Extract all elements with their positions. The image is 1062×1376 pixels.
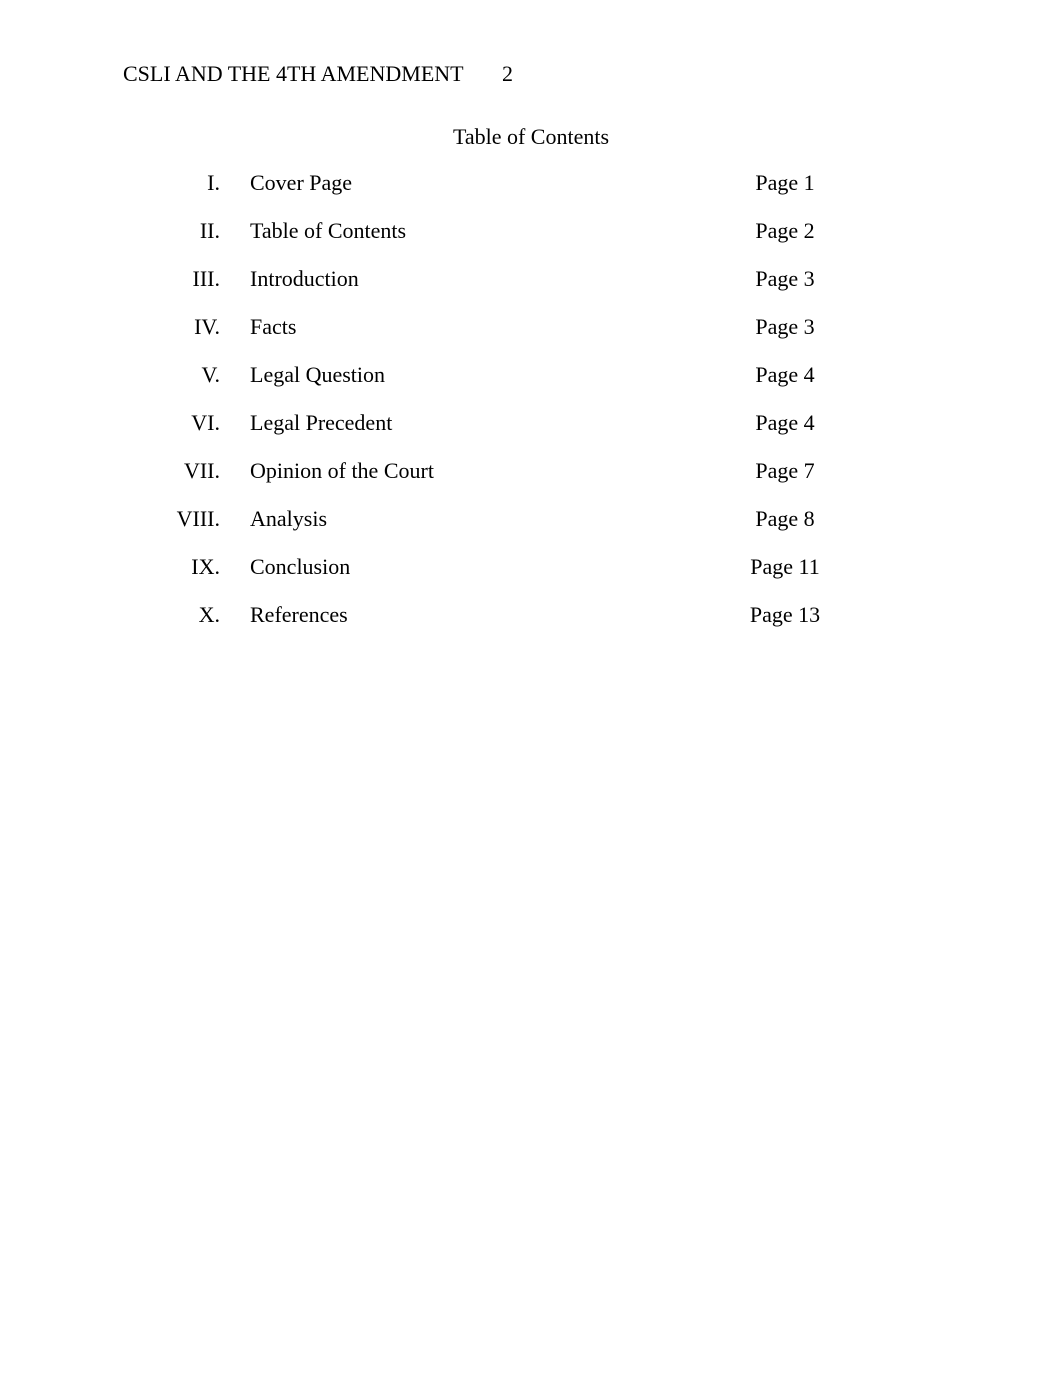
page-title: Table of Contents	[452, 124, 610, 149]
toc-entry-numeral: III.	[192, 266, 220, 291]
toc-entry-numeral: V.	[201, 362, 220, 387]
toc-entry-page-ref: Page 11	[750, 554, 820, 579]
toc-entry[interactable]: IV. Facts Page 3	[0, 312, 1062, 360]
toc-entry[interactable]: VIII. Analysis Page 8	[0, 504, 1062, 552]
toc-entry-page-ref: Page 2	[755, 218, 815, 243]
toc-entry[interactable]: VI. Legal Precedent Page 4	[0, 408, 1062, 456]
toc-entry-numeral: X.	[198, 602, 220, 627]
toc-entry-label: Introduction	[250, 266, 359, 291]
toc-entry[interactable]: III. Introduction Page 3	[0, 264, 1062, 312]
toc-entry[interactable]: IX. Conclusion Page 11	[0, 552, 1062, 600]
toc-entry-numeral: VII.	[183, 458, 220, 483]
toc-entry-numeral: IV.	[194, 314, 220, 339]
toc-entry-label: Legal Question	[250, 362, 386, 387]
running-header-title: CSLI AND THE 4TH AMENDMENT	[123, 61, 464, 86]
toc-entry-label: Opinion of the Court	[250, 458, 434, 483]
toc-entry[interactable]: X. References Page 13	[0, 600, 1062, 648]
toc-entry-label: Facts	[250, 314, 297, 339]
toc-entry[interactable]: VII. Opinion of the Court Page 7	[0, 456, 1062, 504]
toc-entry-label: Table of Contents	[250, 218, 407, 243]
toc-entry-numeral: II.	[199, 218, 220, 243]
table-of-contents-list: I. Cover Page Page 1 II. Table of Conten…	[0, 168, 1062, 648]
toc-entry-page-ref: Page 7	[755, 458, 815, 483]
toc-entry-label: Legal Precedent	[250, 410, 393, 435]
toc-entry-page-ref: Page 13	[749, 602, 821, 627]
toc-entry-page-ref: Page 4	[755, 410, 815, 435]
toc-entry-label: Cover Page	[250, 170, 353, 195]
toc-entry-numeral: IX.	[191, 554, 220, 579]
toc-entry-numeral: VI.	[191, 410, 220, 435]
toc-entry[interactable]: I. Cover Page Page 1	[0, 168, 1062, 216]
toc-entry-label: References	[250, 602, 348, 627]
toc-entry-label: Conclusion	[250, 554, 351, 579]
toc-entry-page-ref: Page 4	[755, 362, 815, 387]
running-header: CSLI AND THE 4TH AMENDMENT 2	[123, 59, 943, 89]
document-page: CSLI AND THE 4TH AMENDMENT 2 Table of Co…	[0, 0, 1062, 1376]
toc-entry-numeral: VIII.	[176, 506, 220, 531]
toc-entry-page-ref: Page 3	[755, 266, 815, 291]
toc-entry-numeral: I.	[207, 170, 220, 195]
toc-entry[interactable]: V. Legal Question Page 4	[0, 360, 1062, 408]
running-header-page-number: 2	[502, 61, 513, 86]
toc-entry[interactable]: II. Table of Contents Page 2	[0, 216, 1062, 264]
toc-entry-label: Analysis	[250, 506, 327, 531]
toc-entry-page-ref: Page 3	[755, 314, 815, 339]
toc-entry-page-ref: Page 1	[755, 170, 815, 195]
toc-entry-page-ref: Page 8	[755, 506, 815, 531]
